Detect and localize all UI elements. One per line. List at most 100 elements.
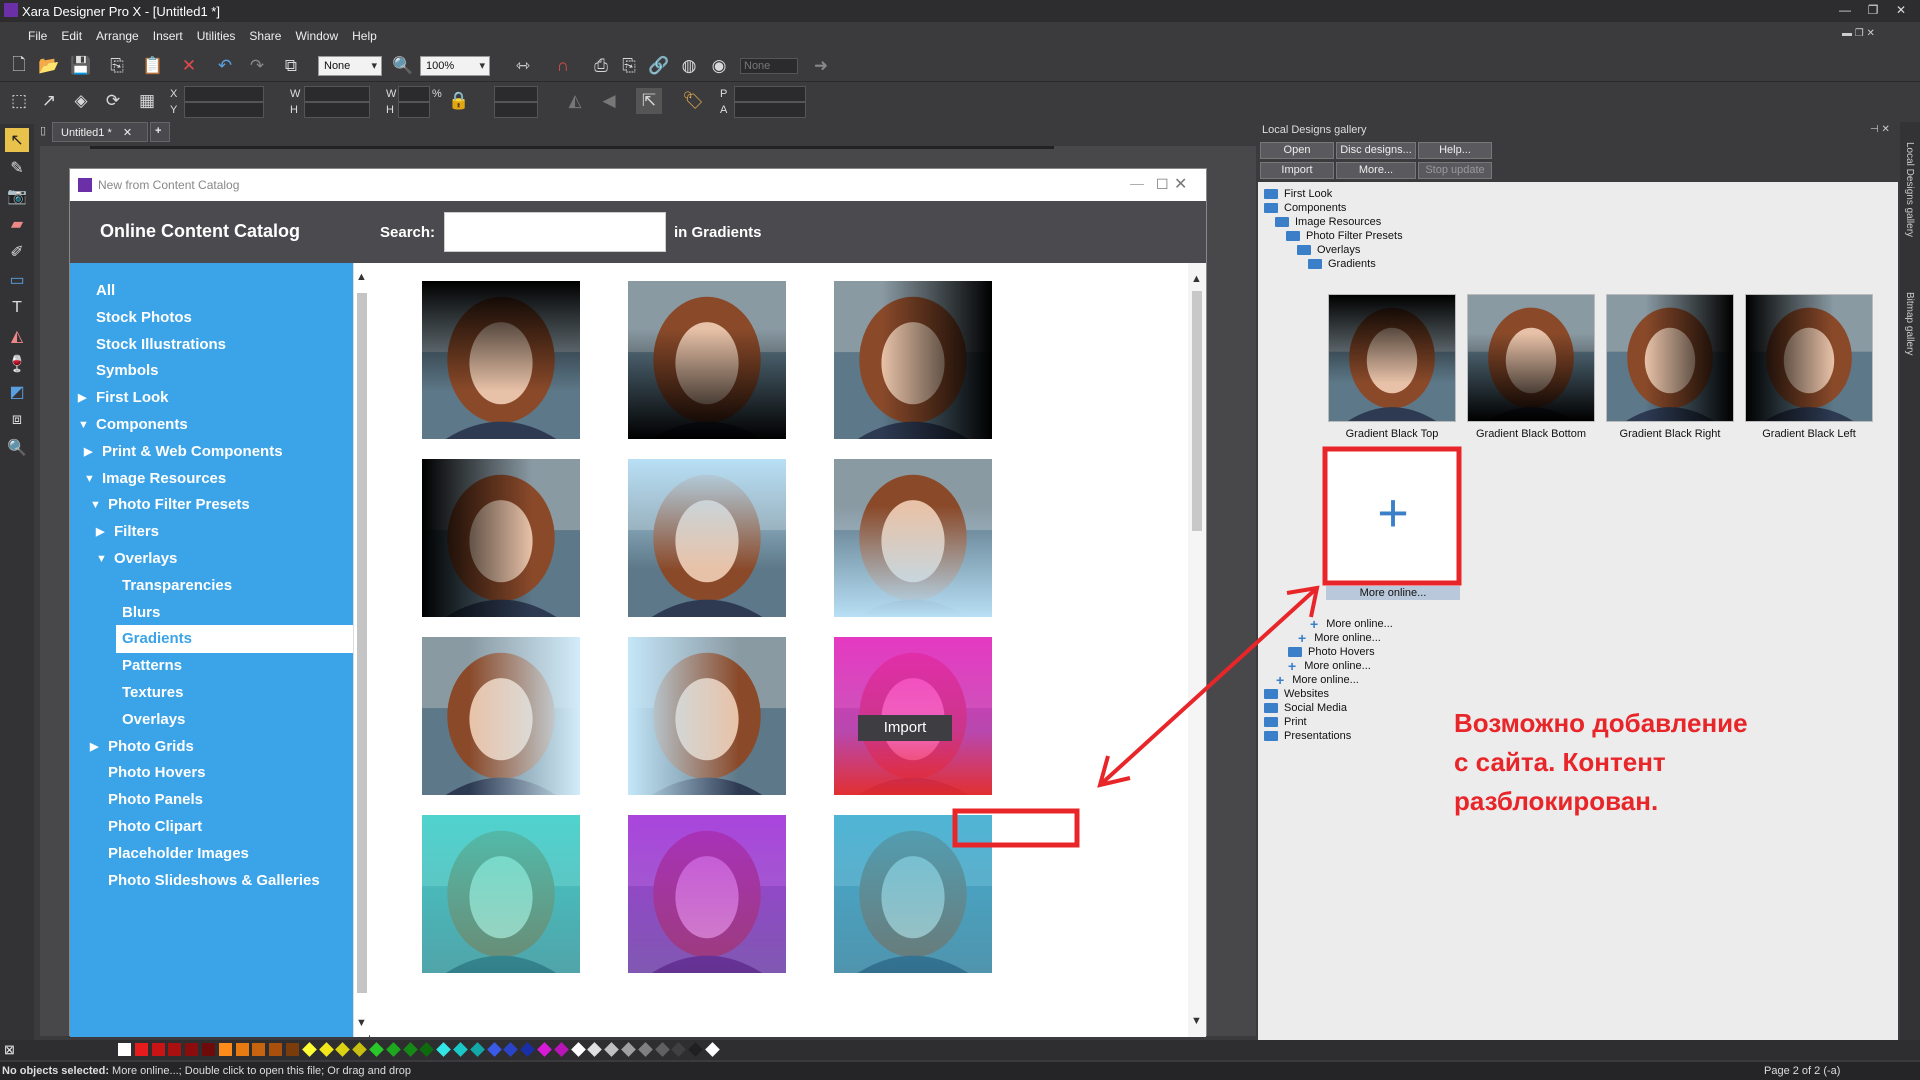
color-swatch[interactable] [436, 1042, 452, 1057]
color-swatch[interactable] [385, 1042, 401, 1057]
zoom-tool-icon[interactable]: 🔍 [5, 436, 29, 460]
new-icon[interactable]: 🗋 [6, 53, 32, 79]
chevron-right-icon[interactable]: ▶ [90, 733, 98, 761]
zoom-dropdown[interactable]: 100% [420, 56, 490, 76]
tab-untitled1[interactable]: Untitled1 * ✕ [52, 122, 148, 142]
category-item[interactable]: Stock Illustrations [70, 331, 353, 359]
menu-utilities[interactable]: Utilities [197, 29, 236, 43]
sidebar-scrollbar[interactable]: ▲ ▼ [353, 263, 369, 1037]
chevron-down-icon[interactable]: ▼ [78, 411, 89, 439]
disc-designs-button[interactable]: Disc designs... [1336, 142, 1416, 159]
catalog-item[interactable]: Gradient Black Right [798, 281, 1028, 474]
scroll-up-icon[interactable]: ▲ [356, 271, 367, 283]
category-item[interactable]: Textures [70, 679, 353, 707]
select-mode-icon[interactable]: ⬚ [6, 88, 32, 114]
category-item[interactable]: Photo Clipart [70, 813, 353, 841]
category-item[interactable]: ▼ Components [70, 411, 353, 439]
w-field[interactable] [304, 86, 370, 102]
color-swatch[interactable] [352, 1042, 368, 1057]
snap-magnet-icon[interactable]: ∩ [550, 53, 576, 79]
color-swatch[interactable] [604, 1042, 620, 1057]
flip-vertical-icon[interactable]: ◀ [596, 88, 622, 114]
undo-icon[interactable]: ↶ [212, 53, 238, 79]
category-item[interactable]: Photo Hovers [70, 759, 353, 787]
color-swatch[interactable] [202, 1043, 215, 1056]
color-swatch[interactable] [587, 1042, 603, 1057]
color-swatch[interactable] [185, 1043, 199, 1056]
open-icon[interactable]: 📂 [36, 53, 62, 79]
rotation-field[interactable] [494, 86, 538, 102]
sidebar-scroll-thumb[interactable] [357, 293, 367, 993]
gallery-thumbnail[interactable] [1745, 294, 1873, 422]
catalog-item[interactable]: Gradient Color Right [386, 637, 616, 830]
fill-tool-icon[interactable]: ◭ [5, 324, 29, 348]
gallery-thumbnail[interactable] [1606, 294, 1734, 422]
gallery-thumbnail[interactable] [1328, 294, 1456, 422]
category-item[interactable]: ▶ Photo Grids [70, 733, 353, 761]
color-swatch[interactable] [369, 1042, 384, 1057]
color-swatch[interactable] [286, 1043, 299, 1056]
catalog-item[interactable]: Gradient Black Bottom [592, 281, 822, 474]
gallery-pin-icon[interactable]: ⊣ ✕ [1870, 124, 1890, 135]
arrow-tool-icon[interactable]: ⇱ [636, 88, 662, 114]
export-doc-icon[interactable]: ⎘ [616, 53, 642, 79]
transparency-tool-icon[interactable]: 🍷 [5, 352, 29, 376]
category-item[interactable]: Transparencies [70, 572, 353, 600]
item-thumbnail[interactable] [628, 281, 786, 439]
category-item[interactable]: ▶ First Look [70, 384, 353, 412]
color-swatch[interactable] [318, 1042, 334, 1057]
import-button[interactable]: Import [858, 715, 952, 741]
color-swatch[interactable] [151, 1043, 165, 1056]
text-tool-icon[interactable]: T [5, 296, 29, 320]
dialog-close-icon[interactable]: ✕ [1174, 174, 1187, 194]
color-swatch[interactable] [134, 1043, 148, 1056]
h-field[interactable] [304, 102, 370, 118]
w-pct-field[interactable] [398, 86, 430, 102]
color-swatch[interactable] [168, 1043, 182, 1056]
color-swatch[interactable] [252, 1043, 266, 1056]
a-field[interactable] [734, 102, 806, 118]
category-item[interactable]: Symbols [70, 357, 353, 385]
color-swatch[interactable] [503, 1042, 519, 1057]
color-swatch[interactable] [218, 1043, 232, 1056]
catalog-item[interactable]: Gradient Black Top [386, 281, 616, 474]
eraser-icon[interactable]: ▰ [5, 212, 29, 236]
grid-scroll-down-icon[interactable]: ▼ [1191, 1015, 1202, 1027]
menu-edit[interactable]: Edit [61, 29, 82, 43]
flip-horizontal-icon[interactable]: ◭ [562, 88, 588, 114]
y-field[interactable] [184, 102, 264, 118]
side-tab-bitmap[interactable]: Bitmap gallery [1904, 292, 1915, 355]
color-swatch[interactable] [419, 1042, 435, 1057]
color-swatch[interactable] [486, 1042, 502, 1057]
minimize-icon[interactable]: — [1834, 2, 1856, 18]
path-icon[interactable]: ↗ [36, 88, 62, 114]
dialog-maximize-icon[interactable]: ☐ [1156, 176, 1169, 193]
item-thumbnail[interactable]: Import [834, 637, 992, 795]
stop-update-button[interactable]: Stop update [1418, 162, 1492, 179]
color-swatch[interactable] [688, 1042, 704, 1057]
catalog-item[interactable]: Gradient Color Top [592, 459, 822, 652]
p-field[interactable] [734, 86, 806, 102]
item-thumbnail[interactable] [628, 459, 786, 617]
chevron-down-icon[interactable]: ▼ [90, 491, 101, 519]
chevron-down-icon[interactable]: ▼ [84, 465, 95, 493]
web-preview-icon[interactable]: ◍ [676, 53, 702, 79]
color-swatch[interactable] [469, 1042, 485, 1057]
fill-icon[interactable]: ◈ [68, 88, 94, 114]
gallery-thumbnail[interactable] [1467, 294, 1595, 422]
item-thumbnail[interactable] [422, 815, 580, 973]
open-button[interactable]: Open [1260, 142, 1334, 159]
catalog-item[interactable] [592, 815, 822, 973]
tree-item[interactable]: Presentations [1264, 728, 1351, 744]
import-doc-icon[interactable]: ⎙ [588, 53, 614, 79]
scroll-down-icon[interactable]: ▼ [356, 1017, 367, 1029]
tab-close-icon[interactable]: ✕ [123, 127, 132, 139]
category-item[interactable]: ▼ Photo Filter Presets [70, 491, 353, 519]
category-item[interactable]: Photo Slideshows & Galleries [70, 867, 353, 895]
category-item[interactable]: Placeholder Images [70, 840, 353, 868]
category-item[interactable]: Gradients [116, 625, 353, 654]
item-thumbnail[interactable] [422, 637, 580, 795]
catalog-item[interactable] [798, 815, 1028, 973]
search-input[interactable] [444, 212, 666, 252]
catalog-item[interactable] [386, 815, 616, 973]
